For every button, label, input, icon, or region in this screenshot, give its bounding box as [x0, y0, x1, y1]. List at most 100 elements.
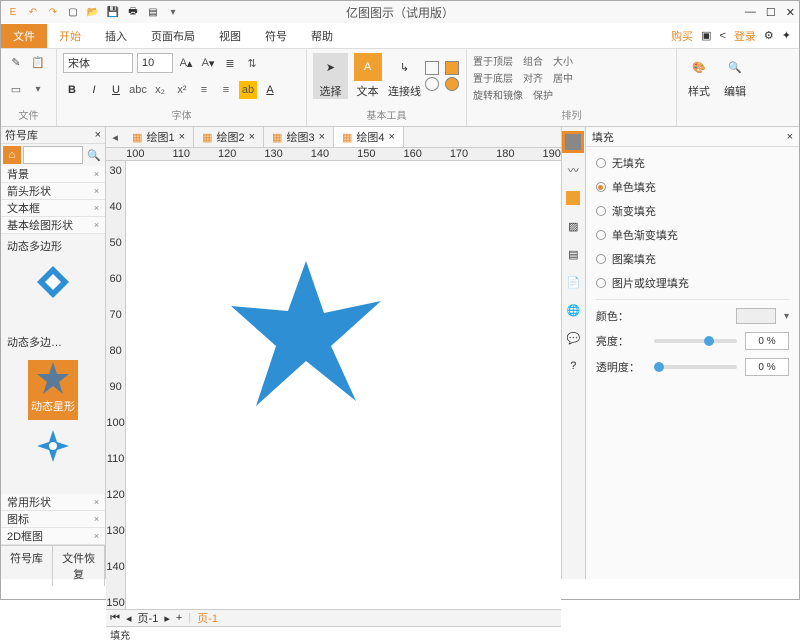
linespacing-icon[interactable]: ⇅ [243, 54, 261, 72]
cat-textbox[interactable]: 文本框× [1, 200, 105, 217]
menu-tab-view[interactable]: 视图 [207, 24, 253, 48]
fill-opt-gradient[interactable]: 渐变填充 [596, 203, 789, 219]
footer-tab-symbols[interactable]: 符号库 [1, 546, 53, 586]
edit-button[interactable]: 🔍编辑 [719, 53, 751, 99]
tabs-prev-icon[interactable]: ◂ [106, 128, 124, 146]
bold-icon[interactable]: B [63, 81, 81, 99]
fill-opt-none[interactable]: 无填充 [596, 155, 789, 171]
cat-common[interactable]: 常用形状× [1, 494, 105, 511]
share-icon[interactable]: < [719, 30, 725, 42]
cat-icons[interactable]: 图标× [1, 511, 105, 528]
center-button[interactable]: 居中 [553, 70, 573, 85]
doc-tab-4[interactable]: ▦绘图4× [334, 127, 404, 147]
menu-tab-symbol[interactable]: 符号 [253, 24, 299, 48]
align-left-icon[interactable]: ≡ [195, 81, 213, 99]
minimize-icon[interactable]: — [745, 6, 756, 19]
menu-file[interactable]: 文件 [1, 24, 47, 48]
midtool-help[interactable]: ? [562, 355, 584, 377]
page-first-icon[interactable]: ⏮ [110, 612, 120, 625]
page-prev-icon[interactable]: ◂ [126, 612, 132, 625]
footer-tab-recovery[interactable]: 文件恢复 [53, 546, 105, 586]
italic-icon[interactable]: I [85, 81, 103, 99]
clipboard-more-icon[interactable]: ▾ [29, 80, 47, 98]
shape-oval-icon[interactable] [425, 77, 439, 91]
midtool-color[interactable] [562, 187, 584, 209]
brightness-slider[interactable] [654, 339, 737, 343]
page-tab-right[interactable]: 页-1 [197, 610, 218, 626]
bullets-icon[interactable]: ≣ [221, 54, 239, 72]
shape-star-4pt[interactable] [28, 428, 78, 488]
menu-tab-layout[interactable]: 页面布局 [139, 24, 207, 48]
rotate-button[interactable]: 旋转和镜像 [473, 87, 523, 102]
brightness-value[interactable]: 0 % [745, 332, 789, 350]
redo-icon[interactable]: ↷ [45, 4, 61, 20]
font-family-select[interactable]: 宋体 [63, 53, 133, 73]
cat-basic-shapes[interactable]: 基本绘图形状× [1, 217, 105, 234]
shape-rect-icon[interactable] [425, 61, 439, 75]
app-color-icon[interactable]: ✦ [782, 29, 791, 42]
style-button[interactable]: 🎨样式 [683, 53, 715, 99]
undo-icon[interactable]: ↶ [25, 4, 41, 20]
format-painter-icon[interactable]: ✎ [7, 53, 25, 71]
opacity-value[interactable]: 0 % [745, 358, 789, 376]
page-add-icon[interactable]: + [176, 612, 182, 624]
shape-rect-fill-icon[interactable] [445, 61, 459, 75]
midtool-fill[interactable] [562, 131, 584, 153]
tool-text[interactable]: A文本 [350, 53, 385, 99]
shape-polygon[interactable] [28, 264, 78, 324]
midtool-line[interactable]: 〰 [562, 159, 584, 181]
midtool-world[interactable]: 🌐 [562, 299, 584, 321]
fill-opt-solidgrad[interactable]: 单色渐变填充 [596, 227, 789, 243]
align-button[interactable]: 对齐 [523, 70, 543, 85]
save-icon[interactable]: 💾 [105, 4, 121, 20]
shape-star-selected[interactable]: 动态星形 [28, 360, 78, 420]
opacity-slider[interactable] [654, 365, 737, 369]
tool-connector[interactable]: ↳连接线 [387, 53, 422, 99]
font-grow-icon[interactable]: A▴ [177, 54, 195, 72]
strike-icon[interactable]: abc [129, 81, 147, 99]
fill-opt-picture[interactable]: 图片或纹理填充 [596, 275, 789, 291]
gear-icon[interactable]: ⚙ [764, 29, 774, 42]
page-next-icon[interactable]: ▸ [164, 612, 170, 625]
login-link[interactable]: 登录 [734, 28, 756, 44]
subscript-icon[interactable]: x₂ [151, 81, 169, 99]
doc-tab-2[interactable]: ▦绘图2× [194, 127, 264, 147]
close-icon[interactable]: ✕ [786, 6, 795, 19]
copy-icon[interactable]: ▭ [7, 80, 25, 98]
star-shape[interactable] [226, 251, 386, 411]
underline-icon[interactable]: U [107, 81, 125, 99]
search-icon[interactable]: 🔍 [85, 146, 103, 164]
shape-oval-fill-icon[interactable] [445, 77, 459, 91]
open-icon[interactable]: 📂 [85, 4, 101, 20]
new-icon[interactable]: ▢ [65, 4, 81, 20]
send-back-button[interactable]: 置于底层 [473, 70, 513, 85]
panel-close-icon[interactable]: × [95, 129, 101, 141]
midtool-layer[interactable]: ▤ [562, 243, 584, 265]
doc-tab-1[interactable]: ▦绘图1× [124, 127, 194, 147]
fill-panel-close-icon[interactable]: × [787, 131, 793, 143]
group-button[interactable]: 组合 [523, 53, 543, 68]
menu-tab-insert[interactable]: 插入 [93, 24, 139, 48]
print-icon[interactable]: 🖶 [125, 4, 141, 20]
menu-tab-help[interactable]: 帮助 [299, 24, 345, 48]
feedback-icon[interactable]: ▣ [701, 29, 711, 42]
symbol-search-input[interactable] [23, 146, 83, 164]
font-size-select[interactable]: 10 [137, 53, 173, 73]
doc-tab-3[interactable]: ▦绘图3× [264, 127, 334, 147]
menu-tab-start[interactable]: 开始 [47, 24, 93, 48]
cat-arrow[interactable]: 箭头形状× [1, 183, 105, 200]
color-swatch[interactable] [736, 308, 776, 324]
maximize-icon[interactable]: ☐ [766, 6, 776, 19]
page-tab-left[interactable]: 页-1 [138, 610, 159, 626]
drawing-canvas[interactable] [126, 161, 561, 609]
fill-opt-solid[interactable]: 单色填充 [596, 179, 789, 195]
home-icon[interactable]: ⌂ [3, 146, 21, 164]
tool-select[interactable]: ➤选择 [313, 53, 348, 99]
cat-background[interactable]: 背景× [1, 166, 105, 183]
buy-link[interactable]: 购买 [671, 28, 693, 44]
bring-front-button[interactable]: 置于顶层 [473, 53, 513, 68]
midtool-comment[interactable]: 💬 [562, 327, 584, 349]
font-shrink-icon[interactable]: A▾ [199, 54, 217, 72]
size-button[interactable]: 大小 [553, 53, 573, 68]
protect-button[interactable]: 保护 [533, 87, 553, 102]
